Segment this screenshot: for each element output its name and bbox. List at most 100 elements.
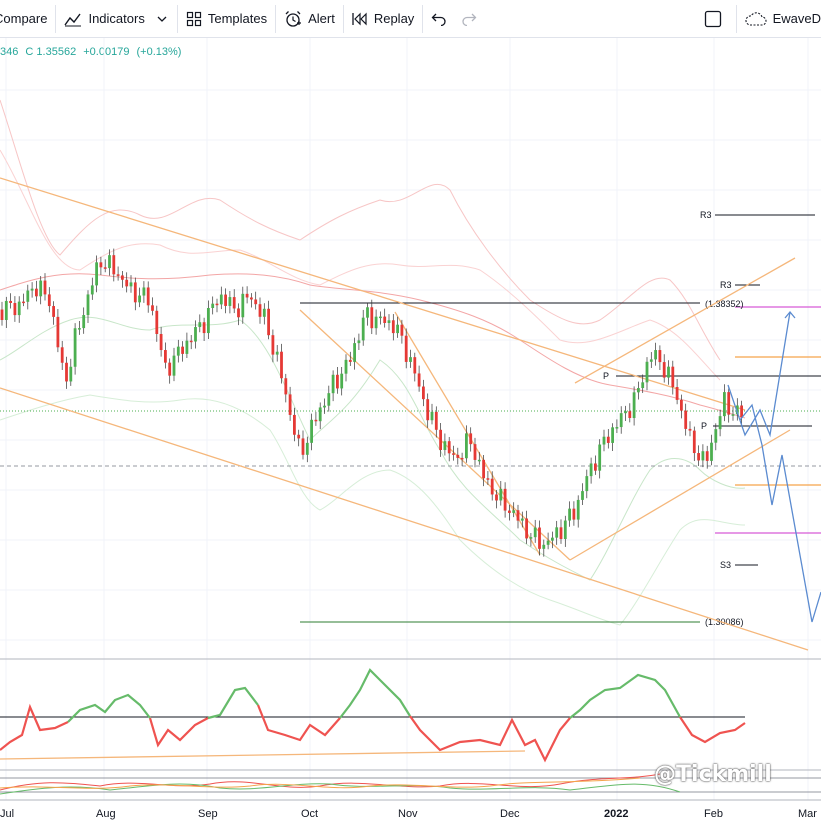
band-upper-2 <box>0 149 721 381</box>
bull-candle <box>30 288 34 291</box>
bear-candle <box>559 527 563 540</box>
layout-profile-button[interactable]: EwaveD <box>737 0 821 38</box>
bear-candle <box>284 378 288 395</box>
time-axis: Jul Aug Sep Oct Nov Dec 2022 Feb Mar <box>0 808 817 820</box>
bear-candle <box>224 294 227 306</box>
pivot-left-label: P <box>603 371 609 381</box>
cloud-icon <box>745 11 767 26</box>
bull-candle <box>465 433 468 459</box>
bull-candle <box>194 327 197 342</box>
compare-button[interactable]: Compare <box>0 0 55 38</box>
bear-candle <box>133 282 137 303</box>
bear-candle <box>404 335 408 362</box>
undo-button[interactable] <box>423 0 461 38</box>
bull-candle <box>396 324 399 334</box>
bull-candle <box>701 451 705 461</box>
bear-candle <box>155 310 159 334</box>
bull-candle <box>714 429 718 443</box>
bear-candle <box>232 297 236 309</box>
alert-label: Alert <box>308 11 335 26</box>
bear-candle <box>65 362 68 382</box>
bear-candle <box>271 335 275 355</box>
bull-candle <box>430 411 434 421</box>
bear-candle <box>538 527 541 549</box>
fullscreen-button[interactable] <box>696 0 736 38</box>
bear-candle <box>658 350 662 363</box>
bear-candle <box>237 308 240 318</box>
square-icon <box>704 10 721 27</box>
bear-candle <box>495 494 498 501</box>
bull-candle <box>95 262 98 286</box>
bear-candle <box>370 307 374 329</box>
bear-candle <box>35 288 38 297</box>
compare-label: Compare <box>0 11 48 26</box>
bull-candle <box>262 308 266 317</box>
time-label-dec: Dec <box>500 808 520 820</box>
bull-candle <box>731 414 735 416</box>
bull-candle <box>73 328 77 367</box>
bear-candle <box>112 255 116 275</box>
forecast-path <box>727 310 821 623</box>
indicators-button[interactable]: Indicators <box>56 0 152 38</box>
bull-candle <box>78 328 81 330</box>
bear-candle <box>727 392 731 415</box>
bull-candle <box>477 459 481 462</box>
bull-candle <box>533 527 537 538</box>
alert-button[interactable]: Alert <box>276 0 343 38</box>
replay-button[interactable]: Replay <box>344 0 422 38</box>
bear-candle <box>671 366 675 387</box>
templates-button[interactable]: Templates <box>178 0 275 38</box>
bear-candle <box>336 374 339 389</box>
bull-candle <box>305 442 309 455</box>
redo-button[interactable] <box>461 0 491 38</box>
bull-candle <box>379 316 382 319</box>
bull-candle <box>344 359 348 374</box>
bull-candle <box>310 419 313 443</box>
bollinger-bands <box>0 99 746 626</box>
bear-candle <box>146 287 150 306</box>
bull-candle <box>563 520 567 540</box>
bear-candle <box>181 346 184 354</box>
time-label-feb: Feb <box>704 808 723 820</box>
chart-canvas[interactable]: R3 R3 P P S3 (1.38352) (1.30086) Jul Aug… <box>0 38 821 824</box>
bear-candle <box>254 299 258 305</box>
time-label-jul: Jul <box>0 808 14 820</box>
indicators-dropdown[interactable] <box>153 0 177 38</box>
rsi-panel <box>0 668 746 763</box>
bear-candle <box>297 434 301 439</box>
bear-candle <box>516 510 520 521</box>
bull-candle <box>357 340 361 344</box>
bear-candle <box>245 293 249 298</box>
bear-candle <box>434 411 438 430</box>
bear-candle <box>675 386 679 400</box>
time-label-aug: Aug <box>96 808 116 820</box>
bull-candle <box>667 366 670 378</box>
bull-candle <box>241 293 245 318</box>
bull-candle <box>361 317 365 341</box>
bull-candle <box>409 357 412 362</box>
rsi-line-bearish <box>0 703 746 763</box>
bear-candle <box>288 394 292 415</box>
bull-candle <box>4 300 8 321</box>
bull-candle <box>228 297 232 306</box>
bull-candle <box>499 488 503 501</box>
bear-candle <box>116 274 120 276</box>
bear-candle <box>391 320 395 334</box>
bull-candle <box>219 294 223 305</box>
bull-candle <box>443 441 447 451</box>
bull-candle <box>323 405 326 408</box>
channel-upper-trendline <box>0 177 746 411</box>
bull-candle <box>327 393 331 406</box>
bear-candle <box>482 459 485 479</box>
bear-candle <box>250 297 253 300</box>
bear-candle <box>572 508 576 520</box>
bear-candle <box>258 304 262 317</box>
bull-candle <box>615 427 619 429</box>
bear-candle <box>460 457 464 460</box>
bear-candle <box>508 510 511 513</box>
s3-label: S3 <box>720 560 731 570</box>
rsi-line-bullish <box>67 668 681 723</box>
bear-candle <box>628 411 632 419</box>
bear-candle <box>594 463 597 471</box>
bear-candle <box>486 478 490 480</box>
